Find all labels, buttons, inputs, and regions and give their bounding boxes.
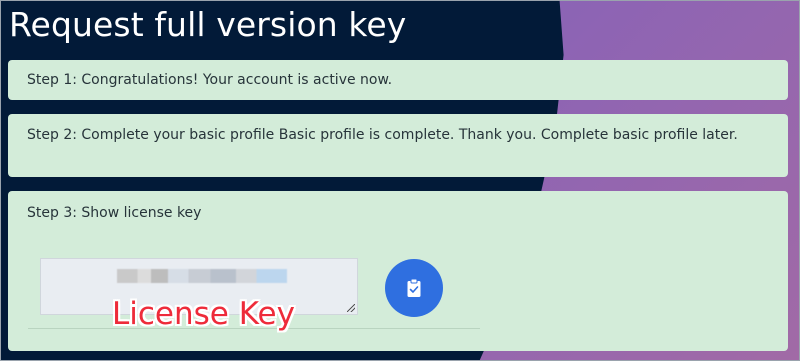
step-1-card: Step 1: Congratulations! Your account is… (8, 60, 788, 100)
clipboard-check-icon (407, 278, 421, 297)
step-3-text: Step 3: Show license key (27, 205, 202, 221)
license-key-annotation: License Key (112, 296, 295, 332)
resize-handle-icon[interactable] (347, 304, 355, 312)
request-key-panel: Request full version key Step 1: Congrat… (0, 0, 800, 361)
step-1-text: Step 1: Congratulations! Your account is… (27, 72, 393, 88)
step-2-card: Step 2: Complete your basic profile Basi… (8, 114, 788, 177)
license-key-value-redacted (117, 269, 287, 283)
step-2-text: Step 2: Complete your basic profile Basi… (27, 127, 738, 143)
copy-license-key-button[interactable] (385, 259, 443, 317)
page-title: Request full version key (9, 5, 407, 44)
